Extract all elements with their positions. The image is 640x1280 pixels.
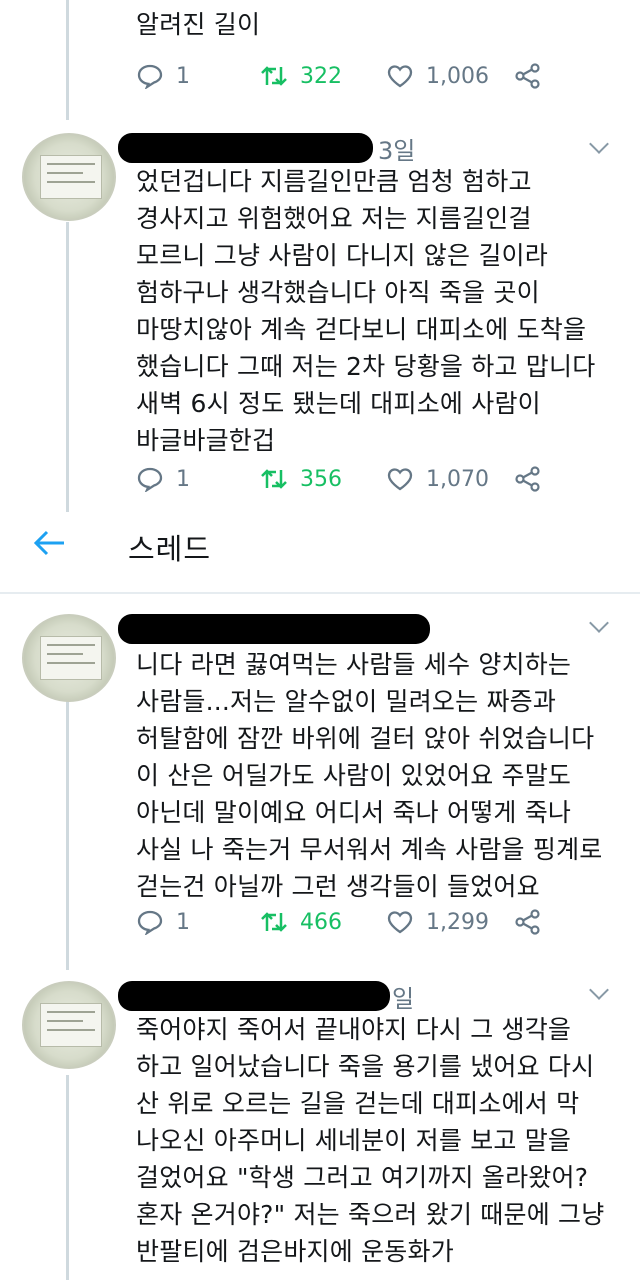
chevron-down-icon[interactable] xyxy=(589,980,609,1000)
heart-icon xyxy=(386,909,414,935)
like-button[interactable]: 1,070 xyxy=(386,461,489,497)
redacted-username xyxy=(118,981,390,1011)
share-button[interactable] xyxy=(514,461,542,497)
retweet-button[interactable]: 356 xyxy=(260,461,342,497)
retweet-icon xyxy=(260,466,288,492)
share-button[interactable] xyxy=(514,58,542,94)
reply-count: 1 xyxy=(176,909,190,935)
retweet-icon xyxy=(260,909,288,935)
tweet-text: 니다 라면 끓여먹는 사람들 세수 양치하는 사람들...저는 알수없이 밀려오… xyxy=(136,650,603,901)
reply-button[interactable]: 1 xyxy=(136,461,190,497)
share-button[interactable] xyxy=(514,904,542,940)
reply-icon xyxy=(136,909,164,936)
redacted-username xyxy=(118,133,373,163)
tweet[interactable]: 3일 었던겁니다 지름길인만큼 엄청 험하고 경사지고 위험했어요 저는 지름길… xyxy=(0,125,640,505)
avatar[interactable] xyxy=(22,133,116,221)
retweet-button[interactable]: 466 xyxy=(260,904,342,940)
like-count: 1,070 xyxy=(426,466,489,492)
tweet[interactable]: 일 죽어야지 죽어서 끝내야지 다시 그 생각을 하고 일어났습니다 죽을 용기… xyxy=(0,975,640,1280)
tweet-actions: 1 466 1,299 xyxy=(136,904,556,940)
avatar[interactable] xyxy=(22,981,116,1069)
tweet-actions: 1 356 1,070 xyxy=(136,461,556,497)
thread-header: 스레드 xyxy=(0,512,640,574)
tweet-text: 죽어야지 죽어서 끝내야지 다시 그 생각을 하고 일어났습니다 죽을 용기를 … xyxy=(136,1015,605,1266)
tweet-text: 알려진 길이 xyxy=(136,10,261,39)
retweet-count: 356 xyxy=(300,466,342,492)
divider xyxy=(0,592,640,594)
like-button[interactable]: 1,006 xyxy=(386,58,489,94)
reply-button[interactable]: 1 xyxy=(136,904,190,940)
tweet-timestamp: 3일 xyxy=(378,137,416,165)
avatar[interactable] xyxy=(22,614,116,702)
tweet[interactable]: 니다 라면 끓여먹는 사람들 세수 양치하는 사람들...저는 알수없이 밀려오… xyxy=(0,608,640,953)
reply-button[interactable]: 1 xyxy=(136,58,190,94)
arrow-left-icon[interactable] xyxy=(32,528,66,558)
tweet-actions: 1 322 1,006 xyxy=(136,58,556,94)
tweet-timestamp: 일 xyxy=(392,985,415,1013)
reply-icon xyxy=(136,466,164,493)
share-icon xyxy=(514,63,542,89)
heart-icon xyxy=(386,466,414,492)
chevron-down-icon[interactable] xyxy=(589,134,609,154)
tweet-text: 었던겁니다 지름길인만큼 엄청 험하고 경사지고 위험했어요 저는 지름길인걸 … xyxy=(136,167,596,455)
retweet-icon xyxy=(260,63,288,89)
reply-count: 1 xyxy=(176,63,190,89)
like-count: 1,006 xyxy=(426,63,489,89)
like-button[interactable]: 1,299 xyxy=(386,904,489,940)
share-icon xyxy=(514,466,542,492)
chevron-down-icon[interactable] xyxy=(589,613,609,633)
retweet-count: 466 xyxy=(300,909,342,935)
page-title: 스레드 xyxy=(128,532,212,566)
reply-count: 1 xyxy=(176,466,190,492)
retweet-count: 322 xyxy=(300,63,342,89)
tweet[interactable]: 알려진 길이 1 322 1,006 xyxy=(0,0,640,110)
reply-icon xyxy=(136,63,164,90)
retweet-button[interactable]: 322 xyxy=(260,58,342,94)
redacted-username xyxy=(118,614,430,644)
share-icon xyxy=(514,909,542,935)
like-count: 1,299 xyxy=(426,909,489,935)
heart-icon xyxy=(386,63,414,89)
